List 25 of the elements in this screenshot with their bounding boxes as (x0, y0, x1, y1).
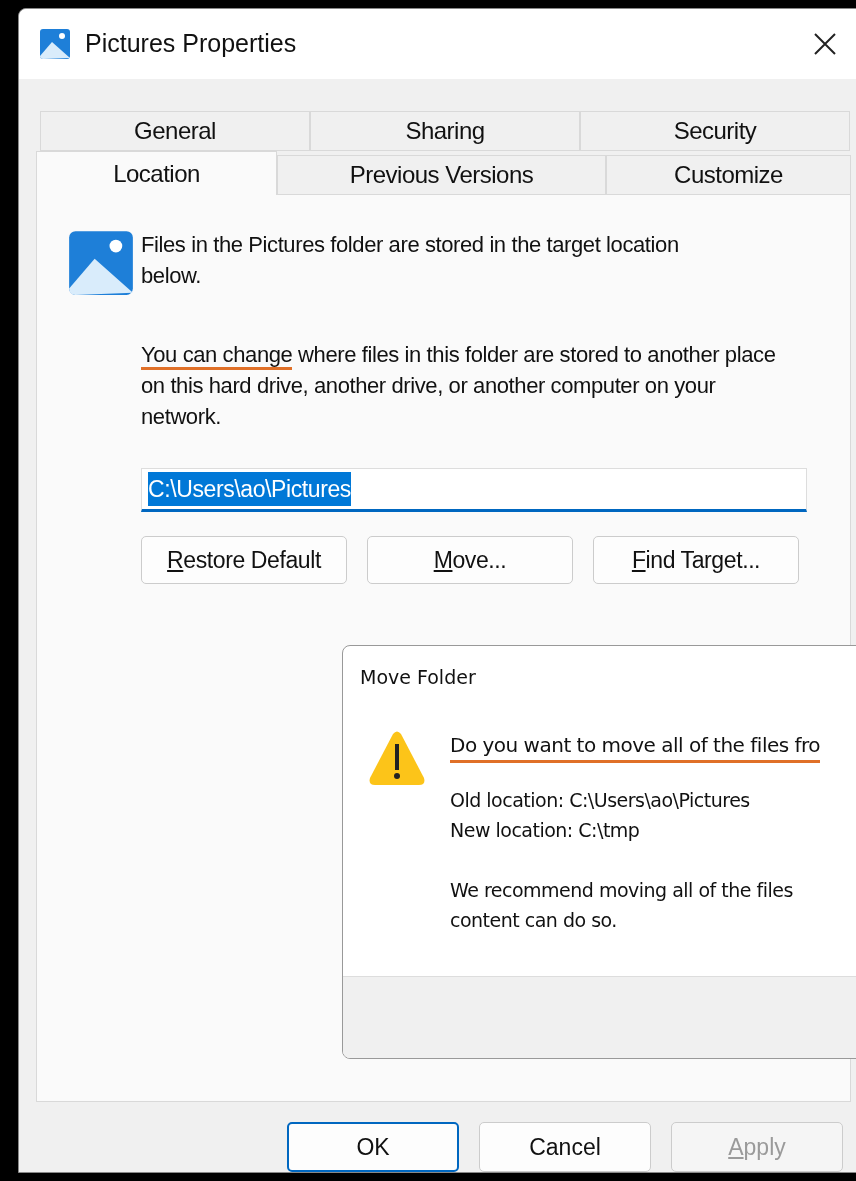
close-icon[interactable] (813, 32, 837, 56)
tab[interactable]: Customize (606, 155, 851, 195)
action-button[interactable]: Move... (367, 536, 573, 584)
recommendation-text: We recommend moving all of the files (450, 877, 794, 903)
explanation-text: You can change where files in this folder are stored to another place on this hard drive, another drive, or another computer on your network. (141, 341, 777, 431)
tab[interactable]: Location (36, 151, 277, 195)
action-button[interactable]: Find Target... (593, 536, 799, 584)
dialog-question: Do you want to move all of the files fro (450, 729, 821, 763)
tab[interactable]: General (40, 111, 310, 151)
action-button[interactable]: Restore Default (141, 536, 347, 584)
intro-text: Files in the Pictures folder are stored in the target location below. (141, 231, 680, 290)
tab[interactable]: Sharing (310, 111, 580, 151)
location-detail: Old location: C:\Users\ao\Pictures (450, 787, 751, 813)
pictures-folder-icon (67, 229, 135, 297)
location-detail: New location: C:\tmp (450, 817, 641, 843)
window-title: Pictures Properties (85, 28, 297, 60)
dialog-button[interactable]: Cancel (479, 1122, 651, 1172)
recommendation-text: content can do so. (450, 907, 618, 933)
path-field[interactable]: C:\Users\ao\Pictures (141, 468, 807, 512)
tab[interactable]: Security (580, 111, 850, 151)
warning-icon (368, 729, 426, 786)
dialog-button[interactable]: OK (287, 1122, 459, 1172)
pictures-folder-icon (39, 28, 71, 60)
tab[interactable]: Previous Versions (277, 155, 606, 195)
dialog-title: Move Folder (360, 666, 476, 688)
